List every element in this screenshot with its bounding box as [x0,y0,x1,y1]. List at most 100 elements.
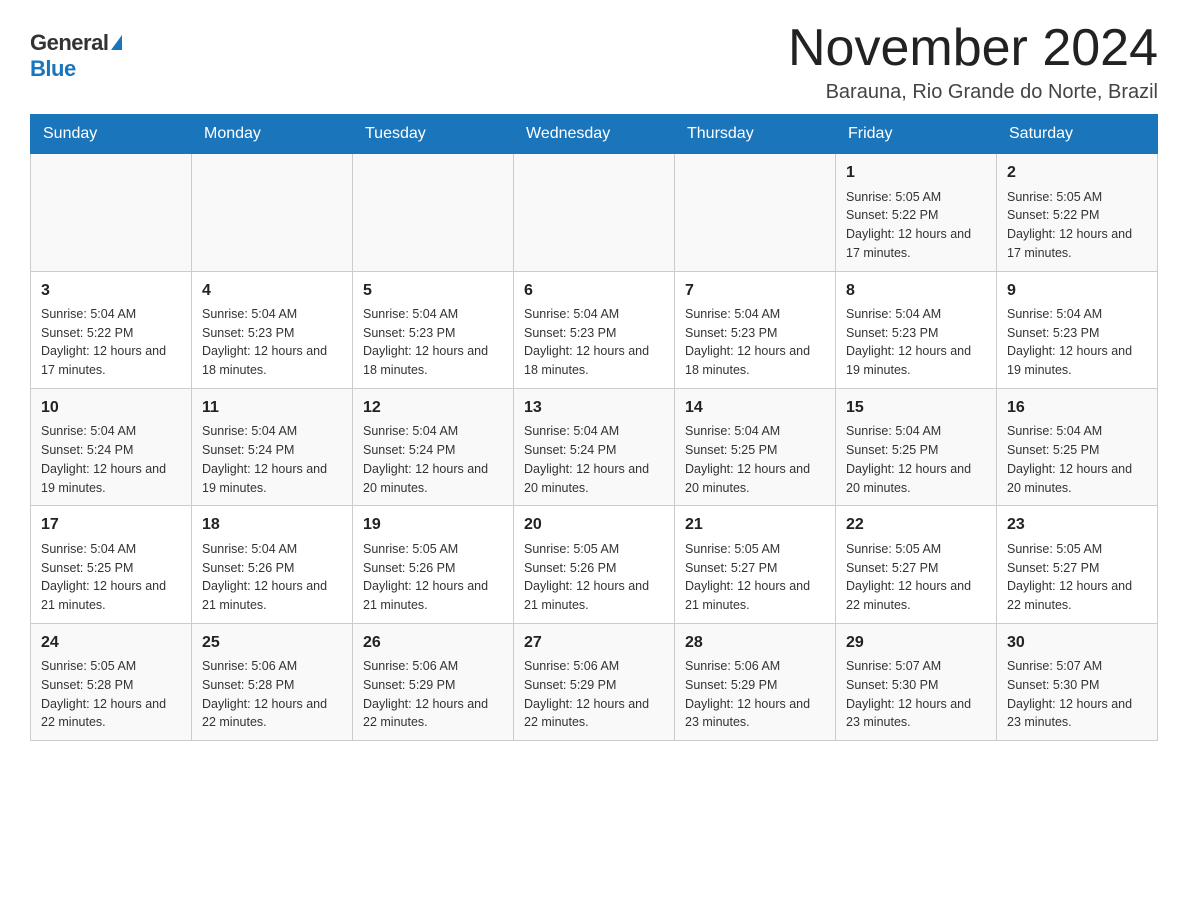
table-row: 4Sunrise: 5:04 AMSunset: 5:23 PMDaylight… [192,271,353,388]
day-number: 5 [363,280,503,302]
table-row: 15Sunrise: 5:04 AMSunset: 5:25 PMDayligh… [836,388,997,505]
calendar-header-row: Sunday Monday Tuesday Wednesday Thursday… [31,115,1158,154]
table-row: 18 Sunrise: 5:04 AMSunset: 5:26 PMDayligh… [192,506,353,623]
day-number: 11 [202,397,342,419]
day-info: Sunrise: 5:04 AMSunset: 5:24 PMDaylight:… [524,424,649,494]
table-row: 12 Sunrise: 5:04 AMSunset: 5:24 PMDayligh… [353,388,514,505]
day-number: 26 [363,632,503,654]
day-info: Sunrise: 5:05 AMSunset: 5:22 PMDaylight:… [1007,190,1132,260]
table-row: 10 Sunrise: 5:04 AMSunset: 5:24 PMDayligh… [31,388,192,505]
table-row: 14 Sunrise: 5:04 AMSunset: 5:25 PMDayligh… [675,388,836,505]
day-number: 2 [1007,162,1147,184]
day-number: 3 [41,280,181,302]
day-info: Sunrise: 5:04 AMSunset: 5:25 PMDaylight:… [41,542,166,612]
table-row: 13 Sunrise: 5:04 AMSunset: 5:24 PMDayligh… [514,388,675,505]
day-info: Sunrise: 5:05 AMSunset: 5:22 PMDaylight:… [846,190,971,260]
table-row: 17 Sunrise: 5:04 AMSunset: 5:25 PMDayligh… [31,506,192,623]
day-number: 12 [363,397,503,419]
table-row: 21 Sunrise: 5:05 AMSunset: 5:27 PMDayligh… [675,506,836,623]
table-row: 25 Sunrise: 5:06 AMSunset: 5:28 PMDayligh… [192,623,353,740]
location-title: Barauna, Rio Grande do Norte, Brazil [788,81,1158,104]
day-number: 27 [524,632,664,654]
table-row [31,154,192,271]
day-info: Sunrise: 5:06 AMSunset: 5:29 PMDaylight:… [685,659,810,729]
day-number: 18 [202,514,342,536]
day-info: Sunrise: 5:05 AMSunset: 5:27 PMDaylight:… [846,542,971,612]
logo-blue-text: Blue [30,56,76,82]
col-wednesday: Wednesday [514,115,675,154]
day-number: 13 [524,397,664,419]
table-row: 6 Sunrise: 5:04 AMSunset: 5:23 PMDaylight… [514,271,675,388]
day-info: Sunrise: 5:04 AMSunset: 5:23 PMDaylight:… [1007,307,1132,377]
table-row [353,154,514,271]
table-row: 5 Sunrise: 5:04 AMSunset: 5:23 PMDaylight… [353,271,514,388]
table-row: 23 Sunrise: 5:05 AMSunset: 5:27 PMDayligh… [997,506,1158,623]
table-row: 7 Sunrise: 5:04 AMSunset: 5:23 PMDaylight… [675,271,836,388]
day-info: Sunrise: 5:07 AMSunset: 5:30 PMDaylight:… [846,659,971,729]
day-number: 10 [41,397,181,419]
table-row: 1 Sunrise: 5:05 AMSunset: 5:22 PMDaylight… [836,154,997,271]
table-row: 16Sunrise: 5:04 AMSunset: 5:25 PMDayligh… [997,388,1158,505]
col-friday: Friday [836,115,997,154]
table-row: 3 Sunrise: 5:04 AMSunset: 5:22 PMDaylight… [31,271,192,388]
day-number: 20 [524,514,664,536]
calendar-week-row: 1 Sunrise: 5:05 AMSunset: 5:22 PMDaylight… [31,154,1158,271]
table-row: 2 Sunrise: 5:05 AMSunset: 5:22 PMDaylight… [997,154,1158,271]
day-number: 17 [41,514,181,536]
col-monday: Monday [192,115,353,154]
day-info: Sunrise: 5:04 AMSunset: 5:24 PMDaylight:… [41,424,166,494]
day-info: Sunrise: 5:05 AMSunset: 5:27 PMDaylight:… [685,542,810,612]
day-info: Sunrise: 5:06 AMSunset: 5:28 PMDaylight:… [202,659,327,729]
day-number: 22 [846,514,986,536]
month-title: November 2024 [788,20,1158,77]
calendar-week-row: 10 Sunrise: 5:04 AMSunset: 5:24 PMDayligh… [31,388,1158,505]
page-header: General Blue November 2024 Barauna, Rio … [30,20,1158,104]
calendar-table: Sunday Monday Tuesday Wednesday Thursday… [30,114,1158,741]
table-row: 8Sunrise: 5:04 AMSunset: 5:23 PMDaylight… [836,271,997,388]
col-saturday: Saturday [997,115,1158,154]
day-info: Sunrise: 5:05 AMSunset: 5:26 PMDaylight:… [524,542,649,612]
day-number: 6 [524,280,664,302]
day-number: 24 [41,632,181,654]
calendar-week-row: 3 Sunrise: 5:04 AMSunset: 5:22 PMDaylight… [31,271,1158,388]
day-number: 23 [1007,514,1147,536]
day-number: 14 [685,397,825,419]
day-info: Sunrise: 5:04 AMSunset: 5:23 PMDaylight:… [363,307,488,377]
day-info: Sunrise: 5:04 AMSunset: 5:23 PMDaylight:… [524,307,649,377]
day-number: 19 [363,514,503,536]
day-info: Sunrise: 5:04 AMSunset: 5:23 PMDaylight:… [685,307,810,377]
logo-triangle-icon [111,35,122,50]
day-info: Sunrise: 5:04 AMSunset: 5:22 PMDaylight:… [41,307,166,377]
table-row [675,154,836,271]
logo: General Blue [30,30,122,82]
table-row: 26 Sunrise: 5:06 AMSunset: 5:29 PMDayligh… [353,623,514,740]
table-row: 20 Sunrise: 5:05 AMSunset: 5:26 PMDayligh… [514,506,675,623]
day-number: 7 [685,280,825,302]
day-info: Sunrise: 5:04 AMSunset: 5:26 PMDaylight:… [202,542,327,612]
day-info: Sunrise: 5:04 AMSunset: 5:23 PMDaylight:… [846,307,971,377]
col-tuesday: Tuesday [353,115,514,154]
title-section: November 2024 Barauna, Rio Grande do Nor… [788,20,1158,104]
day-info: Sunrise: 5:06 AMSunset: 5:29 PMDaylight:… [524,659,649,729]
day-info: Sunrise: 5:04 AMSunset: 5:24 PMDaylight:… [363,424,488,494]
day-number: 4 [202,280,342,302]
day-number: 1 [846,162,986,184]
day-number: 29 [846,632,986,654]
day-info: Sunrise: 5:04 AMSunset: 5:24 PMDaylight:… [202,424,327,494]
calendar-week-row: 17 Sunrise: 5:04 AMSunset: 5:25 PMDayligh… [31,506,1158,623]
table-row [192,154,353,271]
day-number: 16 [1007,397,1147,419]
day-info: Sunrise: 5:05 AMSunset: 5:27 PMDaylight:… [1007,542,1132,612]
day-info: Sunrise: 5:06 AMSunset: 5:29 PMDaylight:… [363,659,488,729]
table-row: 22 Sunrise: 5:05 AMSunset: 5:27 PMDayligh… [836,506,997,623]
day-number: 15 [846,397,986,419]
table-row: 30Sunrise: 5:07 AMSunset: 5:30 PMDayligh… [997,623,1158,740]
table-row: 28Sunrise: 5:06 AMSunset: 5:29 PMDayligh… [675,623,836,740]
col-thursday: Thursday [675,115,836,154]
day-number: 21 [685,514,825,536]
table-row: 11 Sunrise: 5:04 AMSunset: 5:24 PMDayligh… [192,388,353,505]
day-number: 25 [202,632,342,654]
calendar-week-row: 24Sunrise: 5:05 AMSunset: 5:28 PMDayligh… [31,623,1158,740]
day-number: 9 [1007,280,1147,302]
day-info: Sunrise: 5:04 AMSunset: 5:25 PMDaylight:… [685,424,810,494]
